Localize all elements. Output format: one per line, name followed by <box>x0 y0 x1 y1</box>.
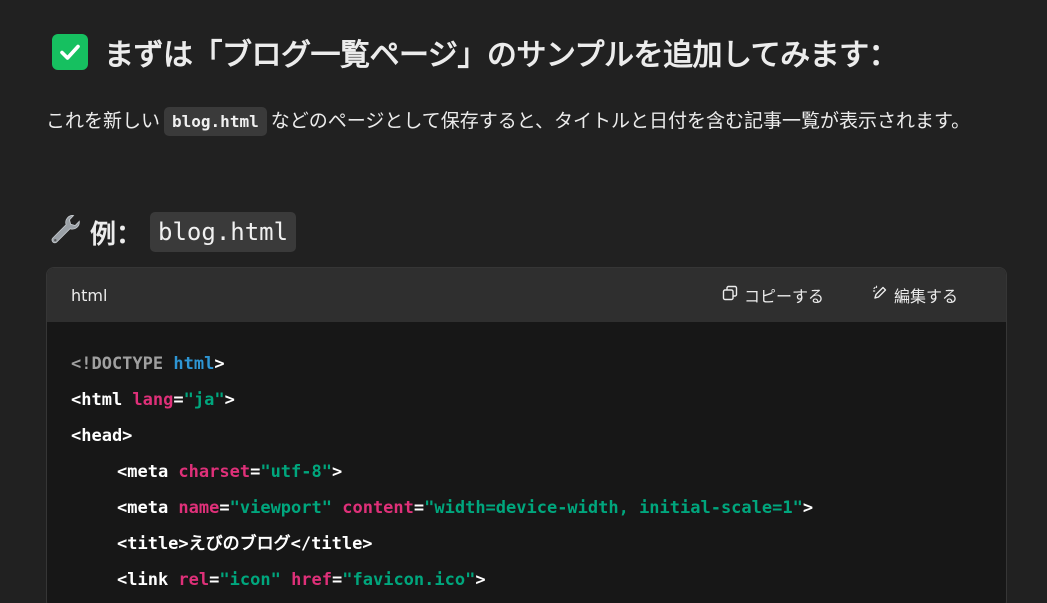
code-token: = <box>209 570 220 590</box>
code-token: > <box>475 570 486 590</box>
code-line: <meta name="viewport" content="width=dev… <box>71 490 982 526</box>
code-token: = <box>413 498 425 518</box>
code-token: lang <box>132 390 174 410</box>
example-heading-label: 例： <box>90 219 143 250</box>
copy-button-label: コピーする <box>743 287 824 306</box>
section-heading-text: まずは「ブログ一覧ページ」のサンプルを追加してみます： <box>104 38 899 73</box>
edit-button[interactable]: 編集する <box>872 283 958 307</box>
example-heading-code: blog.html <box>150 212 297 252</box>
code-token: rel <box>178 570 210 590</box>
code-token: <head> <box>71 426 133 446</box>
code-token: = <box>173 390 184 410</box>
code-token: name <box>178 498 220 518</box>
check-mark-button-icon <box>52 34 88 70</box>
code-content[interactable]: <!DOCTYPE html> <html lang="ja"> <head> … <box>47 322 1006 603</box>
code-line: <!DOCTYPE html> <box>71 346 982 382</box>
code-token: href <box>291 570 333 590</box>
example-heading: 例： blog.html <box>48 210 297 254</box>
code-token: "utf-8" <box>260 462 332 482</box>
code-token: <meta <box>117 498 179 518</box>
section-heading: まずは「ブログ一覧ページ」のサンプルを追加してみます： <box>52 30 899 74</box>
code-token: html <box>173 354 215 374</box>
code-line: <html lang="ja"> <box>71 382 982 418</box>
chat-message: まずは「ブログ一覧ページ」のサンプルを追加してみます： これを新しい blog.h… <box>0 0 1047 603</box>
code-token: <!DOCTYPE <box>71 354 174 374</box>
code-token: "favicon.ico" <box>342 570 476 590</box>
code-block-header: html コピーする 編集する <box>47 268 1006 322</box>
code-line: <head> <box>71 418 982 454</box>
code-token: "width=device-width, initial-scale=1" <box>424 498 803 518</box>
description-paragraph: これを新しい blog.html などのページとして保存すると、タイトルと日付を含む… <box>46 100 1006 143</box>
copy-icon <box>722 285 738 305</box>
code-token: <title> <box>117 534 189 554</box>
code-token: = <box>250 462 261 482</box>
pencil-icon <box>872 285 888 305</box>
code-token: > <box>802 498 814 518</box>
code-line: <title>えびのブログ</title> <box>71 526 982 562</box>
edit-button-label: 編集する <box>893 287 958 306</box>
code-line: <meta charset="utf-8"> <box>71 454 982 490</box>
code-line: <link rel="icon" href="favicon.ico"> <box>71 562 982 598</box>
code-token: <html <box>71 390 133 410</box>
code-token: > <box>224 390 235 410</box>
wrench-icon <box>48 212 82 253</box>
inline-code-filename: blog.html <box>164 107 267 136</box>
code-token: "icon" <box>219 570 281 590</box>
code-token: <link <box>117 570 179 590</box>
code-token: </title> <box>290 534 373 554</box>
paragraph-text-before: これを新しい <box>46 110 161 132</box>
code-token: content <box>342 498 414 518</box>
code-token: = <box>332 570 343 590</box>
code-token: = <box>219 498 230 518</box>
code-token: > <box>214 354 225 374</box>
code-token: > <box>331 462 343 482</box>
code-token: "ja" <box>183 390 225 410</box>
code-token: "viewport" <box>229 498 332 518</box>
code-language-label: html <box>71 285 108 305</box>
code-token: えびのブログ <box>188 534 291 554</box>
copy-button[interactable]: コピーする <box>722 283 824 307</box>
code-token: <meta <box>117 462 179 482</box>
paragraph-text-after: などのページとして保存すると、タイトルと日付を含む記事一覧が表示されます。 <box>270 110 971 132</box>
code-block: html コピーする 編集する <!DOCTYPE html> <html la… <box>46 267 1007 603</box>
code-token: charset <box>178 462 251 482</box>
